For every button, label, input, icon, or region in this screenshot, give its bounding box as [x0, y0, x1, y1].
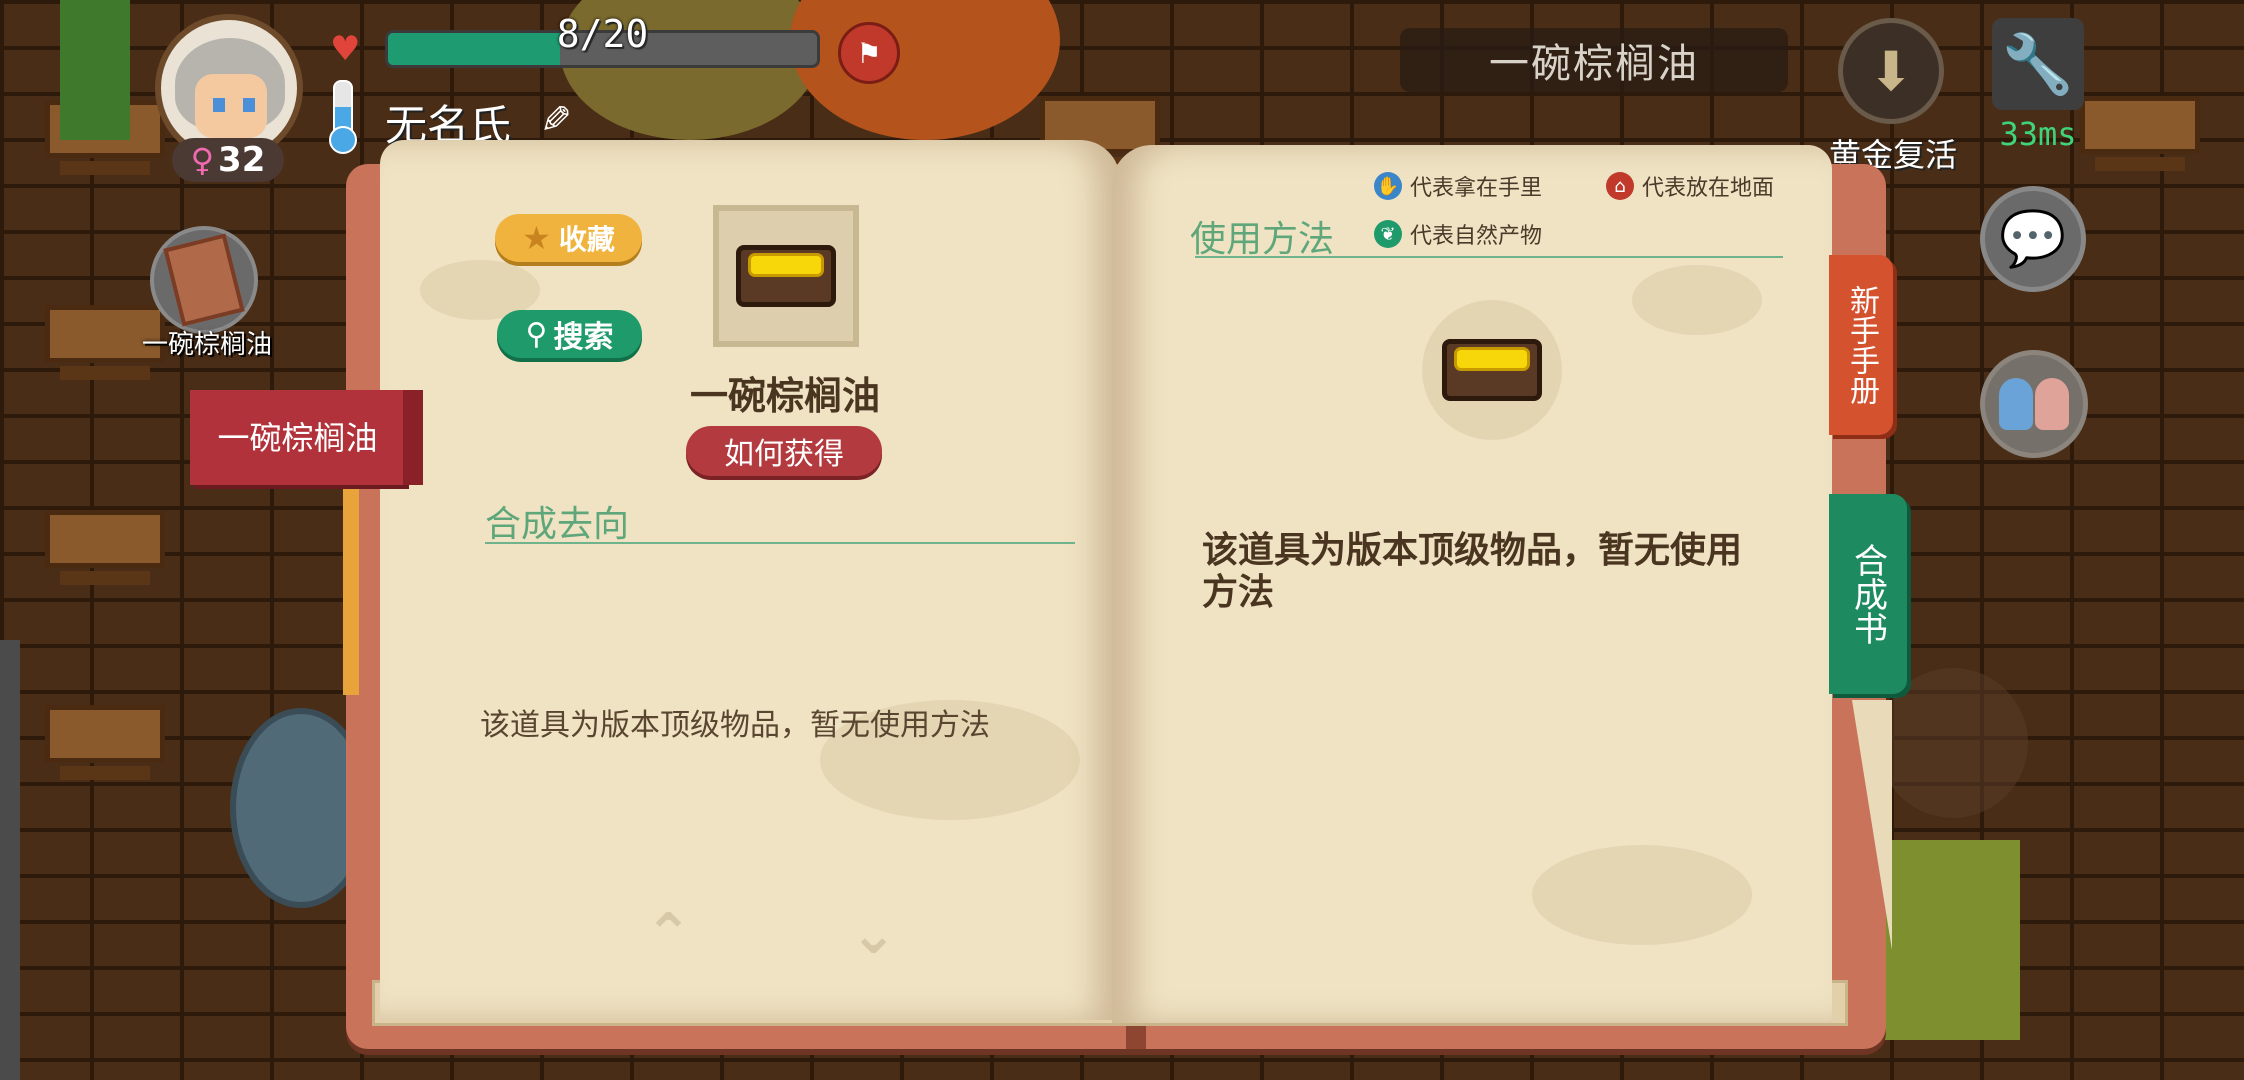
- health-text: 8/20: [556, 12, 649, 56]
- drop-bag-icon[interactable]: ⚑: [838, 22, 900, 84]
- chevron-up-icon[interactable]: ⌃: [645, 902, 692, 967]
- legend-nature-label: 代表自然产物: [1410, 224, 1543, 249]
- tab-crafting-book[interactable]: 合成书: [1829, 494, 1907, 694]
- book-icon: [163, 233, 245, 327]
- leaf-icon: ❦: [1374, 220, 1402, 248]
- item-name: 一碗棕榈油: [689, 374, 880, 418]
- friend-blue-icon: [1999, 378, 2033, 430]
- right-description: 该道具为版本顶级物品，暂无使用方法: [1202, 530, 1743, 613]
- page-curl: [1852, 700, 1892, 950]
- how-to-obtain-button[interactable]: 如何获得: [686, 426, 882, 476]
- ping-readout: 33ms: [1999, 115, 2077, 153]
- star-icon: ★: [522, 219, 551, 257]
- level-badge: ♀ 32: [172, 138, 284, 182]
- bookmark-item-tab[interactable]: 一碗棕榈油: [190, 390, 423, 485]
- left-tab-rail: [343, 470, 359, 695]
- held-item-slot[interactable]: [150, 226, 258, 334]
- favorite-button[interactable]: ★ 收藏: [495, 214, 642, 262]
- workbench: [45, 705, 165, 780]
- friends-button[interactable]: [1980, 350, 2088, 458]
- item-icon-frame: [713, 205, 859, 347]
- left-description: 该道具为版本顶级物品，暂无使用方法: [480, 708, 990, 743]
- search-label: 搜索: [553, 320, 614, 355]
- workbench: [45, 510, 165, 585]
- hand-icon: ✋: [1374, 172, 1402, 200]
- usage-item-icon: [1422, 300, 1562, 440]
- crafting-destination-title: 合成去向: [485, 504, 630, 545]
- golden-revive-button[interactable]: ⬇: [1838, 18, 1944, 124]
- grass-tile: [1880, 840, 2020, 1040]
- chat-bubble-icon: 💬: [1999, 207, 2067, 270]
- held-item-label: 一碗棕榈油: [141, 330, 272, 360]
- search-icon: ⚲: [525, 316, 548, 352]
- legend-hand-label: 代表拿在手里: [1410, 176, 1543, 201]
- wrench-icon[interactable]: 🔧: [1992, 18, 2084, 110]
- bamboo: [60, 0, 130, 140]
- usage-title: 使用方法: [1190, 219, 1335, 260]
- item-title-banner: 一碗棕榈油: [1400, 28, 1788, 92]
- palm-oil-bowl-icon: [1442, 339, 1542, 401]
- friend-pink-icon: [2035, 378, 2069, 430]
- chevron-down-icon[interactable]: ⌄: [850, 902, 897, 967]
- download-arrow-icon: ⬇: [1868, 39, 1914, 103]
- workbench: [2080, 96, 2200, 171]
- autumn-tree: [790, 0, 1060, 140]
- search-button[interactable]: ⚲ 搜索: [497, 310, 642, 358]
- palm-oil-bowl-icon: [736, 245, 836, 307]
- favorite-label: 收藏: [558, 223, 615, 256]
- divider: [485, 542, 1075, 544]
- heart-icon: ♥: [330, 29, 361, 69]
- legend-nature: ❦ 代表自然产物: [1374, 218, 1542, 250]
- legend-ground-label: 代表放在地面: [1642, 176, 1775, 201]
- divider: [1195, 256, 1783, 258]
- legend-ground: ⌂ 代表放在地面: [1606, 170, 1774, 202]
- tab-newbie-manual[interactable]: 新手手册: [1829, 255, 1893, 435]
- stone-path: [0, 640, 20, 1080]
- thermometer-icon: [329, 80, 357, 154]
- chat-button[interactable]: 💬: [1980, 186, 2086, 292]
- ground-icon: ⌂: [1606, 172, 1634, 200]
- pencil-icon[interactable]: ✎: [540, 98, 572, 142]
- legend-hand: ✋ 代表拿在手里: [1374, 170, 1542, 202]
- level-value: 32: [218, 140, 266, 180]
- female-icon: ♀: [190, 141, 215, 179]
